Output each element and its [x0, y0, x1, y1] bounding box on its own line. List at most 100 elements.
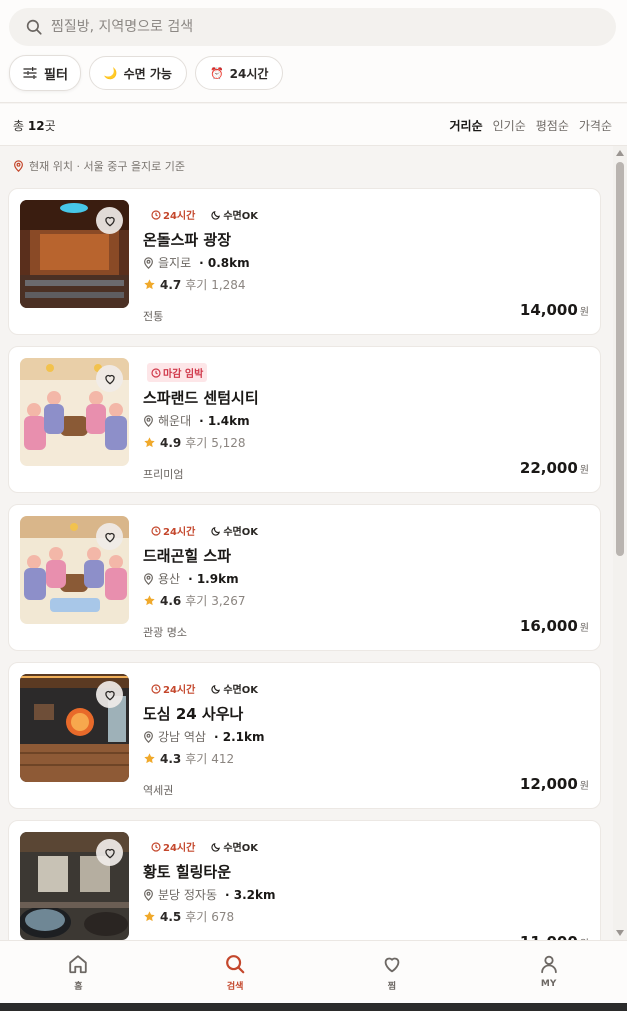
sort-popularity[interactable]: 인기순	[493, 117, 526, 134]
place-thumbnail	[20, 832, 129, 940]
place-area: 해운대	[158, 414, 192, 428]
alarm-clock-icon: ⏰	[209, 66, 224, 80]
nav-my-label: MY	[540, 979, 557, 989]
place-card[interactable]: 24시간 수면OK 도심 24 사우나 강남 역삼 · 2.1km 4.3 후기…	[8, 662, 601, 809]
nav-favorites[interactable]: 찜	[314, 941, 471, 1003]
place-tag: 관광 명소	[143, 626, 187, 639]
moon-icon	[211, 842, 221, 852]
star-icon	[144, 437, 155, 448]
filter-chips: 필터 🌙 수면 가능 ⏰ 24시간	[9, 55, 284, 91]
search-input[interactable]	[51, 19, 571, 35]
place-name: 도심 24 사우나	[143, 705, 244, 723]
scrollbar-thumb[interactable]	[616, 162, 624, 556]
nav-search[interactable]: 검색	[157, 941, 314, 1003]
location-text: 현재 위치 · 서울 중구 을지로 기준	[29, 160, 186, 173]
sleep-chip[interactable]: 🌙 수면 가능	[88, 56, 187, 90]
badge-row: 마감 임박	[147, 363, 208, 382]
rating-score: 4.5	[160, 909, 182, 924]
favorite-button[interactable]	[96, 839, 123, 866]
favorite-button[interactable]	[96, 365, 123, 392]
badge-24h: 24시간	[147, 679, 199, 698]
place-rating: 4.3 후기 412	[143, 750, 234, 767]
badge-sleep: 수면OK	[207, 837, 262, 856]
nav-home-label: 홈	[74, 982, 83, 992]
badge-sleep-label: 수면OK	[223, 843, 258, 854]
clock-icon	[151, 841, 161, 852]
place-price: 11,000원	[520, 933, 589, 940]
place-card[interactable]: 마감 임박 스파랜드 센텀시티 해운대 · 1.4km 4.9 후기 5,128…	[8, 346, 601, 493]
place-name: 스파랜드 센텀시티	[143, 389, 259, 407]
scroll-up-arrow[interactable]	[616, 150, 624, 156]
badge-closing: 마감 임박	[147, 363, 208, 382]
place-address: 강남 역삼 · 2.1km	[143, 728, 264, 745]
location-pin-icon	[144, 572, 153, 585]
heart-icon	[104, 216, 115, 226]
place-distance: · 1.4km	[199, 413, 250, 428]
place-card[interactable]: 24시간 수면OK 온돌스파 광장 을지로 · 0.8km 4.7 후기 1,2…	[8, 188, 601, 335]
star-icon	[144, 753, 155, 764]
place-name: 드래곤힐 스파	[143, 547, 232, 565]
badge-row: 24시간 수면OK	[147, 521, 262, 540]
place-thumbnail	[20, 358, 129, 466]
review-count: 후기 1,284	[185, 278, 246, 292]
place-thumbnail	[20, 674, 129, 782]
badge-sleep: 수면OK	[207, 205, 262, 224]
place-distance: · 0.8km	[199, 255, 250, 270]
badge-sleep: 수면OK	[207, 679, 262, 698]
place-rating: 4.5 후기 678	[143, 908, 234, 925]
badge-row: 24시간 수면OK	[147, 837, 262, 856]
sort-rating[interactable]: 평점순	[536, 117, 569, 134]
scrollbar[interactable]	[613, 146, 627, 940]
open-24h-chip[interactable]: ⏰ 24시간	[194, 56, 284, 90]
sort-price[interactable]: 가격순	[579, 117, 612, 134]
home-icon	[69, 955, 88, 974]
place-card[interactable]: 24시간 수면OK 드래곤힐 스파 용산 · 1.9km 4.6 후기 3,26…	[8, 504, 601, 651]
badge-24h: 24시간	[147, 521, 199, 540]
nav-home[interactable]: 홈	[0, 941, 157, 1003]
count-number: 12	[27, 119, 45, 133]
heart-icon	[384, 957, 400, 973]
place-distance: · 1.9km	[188, 571, 239, 586]
rating-score: 4.7	[160, 277, 182, 292]
place-distance: · 2.1km	[213, 729, 265, 744]
nav-search-label: 검색	[226, 982, 244, 992]
nav-my[interactable]: MY	[470, 941, 627, 1003]
clock-icon	[151, 683, 161, 694]
review-count: 후기 412	[185, 752, 235, 766]
sliders-icon	[23, 67, 37, 79]
current-location: 현재 위치 · 서울 중구 을지로 기준	[13, 158, 185, 174]
search-icon	[226, 955, 245, 974]
heart-icon	[104, 690, 115, 700]
badge-24h-label: 24시간	[163, 527, 196, 538]
place-address: 해운대 · 1.4km	[143, 412, 250, 429]
device-bottom-edge	[0, 1003, 627, 1011]
badge-24h: 24시간	[147, 205, 199, 224]
sleep-chip-label: 수면 가능	[123, 66, 172, 81]
filter-label: 필터	[44, 67, 68, 83]
location-pin-icon	[144, 414, 153, 427]
scroll-down-arrow[interactable]	[616, 930, 624, 936]
clock-icon	[151, 525, 161, 536]
place-name: 황토 힐링타운	[143, 863, 232, 881]
place-thumbnail	[20, 516, 129, 624]
place-rating: 4.6 후기 3,267	[143, 592, 246, 609]
sort-options: 거리순 인기순 평점순 가격순	[450, 117, 613, 134]
heart-icon	[104, 374, 115, 384]
moon-icon	[211, 684, 221, 694]
moon-icon	[211, 210, 221, 220]
search-bar[interactable]	[9, 8, 616, 46]
place-thumbnail	[20, 200, 129, 308]
favorite-button[interactable]	[96, 523, 123, 550]
sort-distance[interactable]: 거리순	[450, 117, 483, 134]
favorite-button[interactable]	[96, 681, 123, 708]
clock-icon	[151, 209, 161, 220]
favorite-button[interactable]	[96, 207, 123, 234]
place-area: 분당 정자동	[158, 888, 218, 902]
place-price: 14,000 원	[519, 301, 589, 319]
filter-button[interactable]: 필터	[9, 55, 81, 91]
place-tag: 프리미엄	[143, 468, 184, 481]
count-prefix: 총	[13, 119, 25, 133]
moon-icon: 🌙	[103, 66, 118, 80]
rating-score: 4.6	[160, 593, 182, 608]
place-card[interactable]: 24시간 수면OK 황토 힐링타운 분당 정자동 · 3.2km 4.5 후기 …	[8, 820, 601, 940]
